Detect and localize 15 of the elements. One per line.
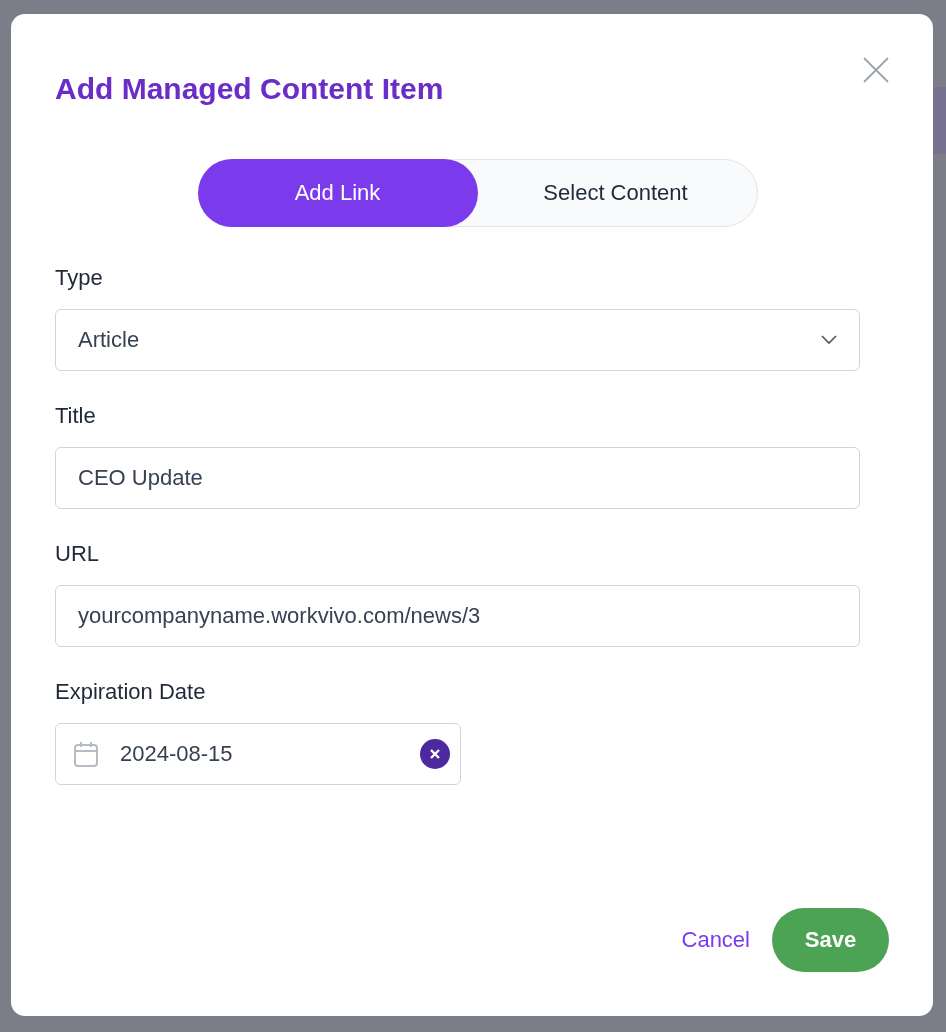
calendar-icon bbox=[74, 741, 98, 767]
clear-icon[interactable] bbox=[420, 739, 450, 769]
field-label: Title bbox=[55, 403, 97, 429]
tab[interactable]: Select Content bbox=[475, 159, 756, 227]
input-field[interactable]: yourcompanyname.workvivo.com/news/3 bbox=[55, 585, 860, 647]
input-field[interactable]: CEO Update bbox=[55, 447, 860, 509]
cancel-link[interactable]: Cancel bbox=[681, 927, 750, 953]
date-field[interactable]: 2024-08-15 bbox=[55, 723, 461, 785]
chevron-down-icon bbox=[821, 335, 837, 345]
field-label: Type bbox=[55, 265, 104, 291]
field-label: URL bbox=[55, 541, 100, 567]
dialog-title: Add Managed Content Item bbox=[55, 72, 444, 106]
tab[interactable]: Add Link bbox=[197, 159, 478, 227]
select-field[interactable]: Article bbox=[55, 309, 860, 371]
field-label: Expiration Date bbox=[55, 679, 207, 705]
